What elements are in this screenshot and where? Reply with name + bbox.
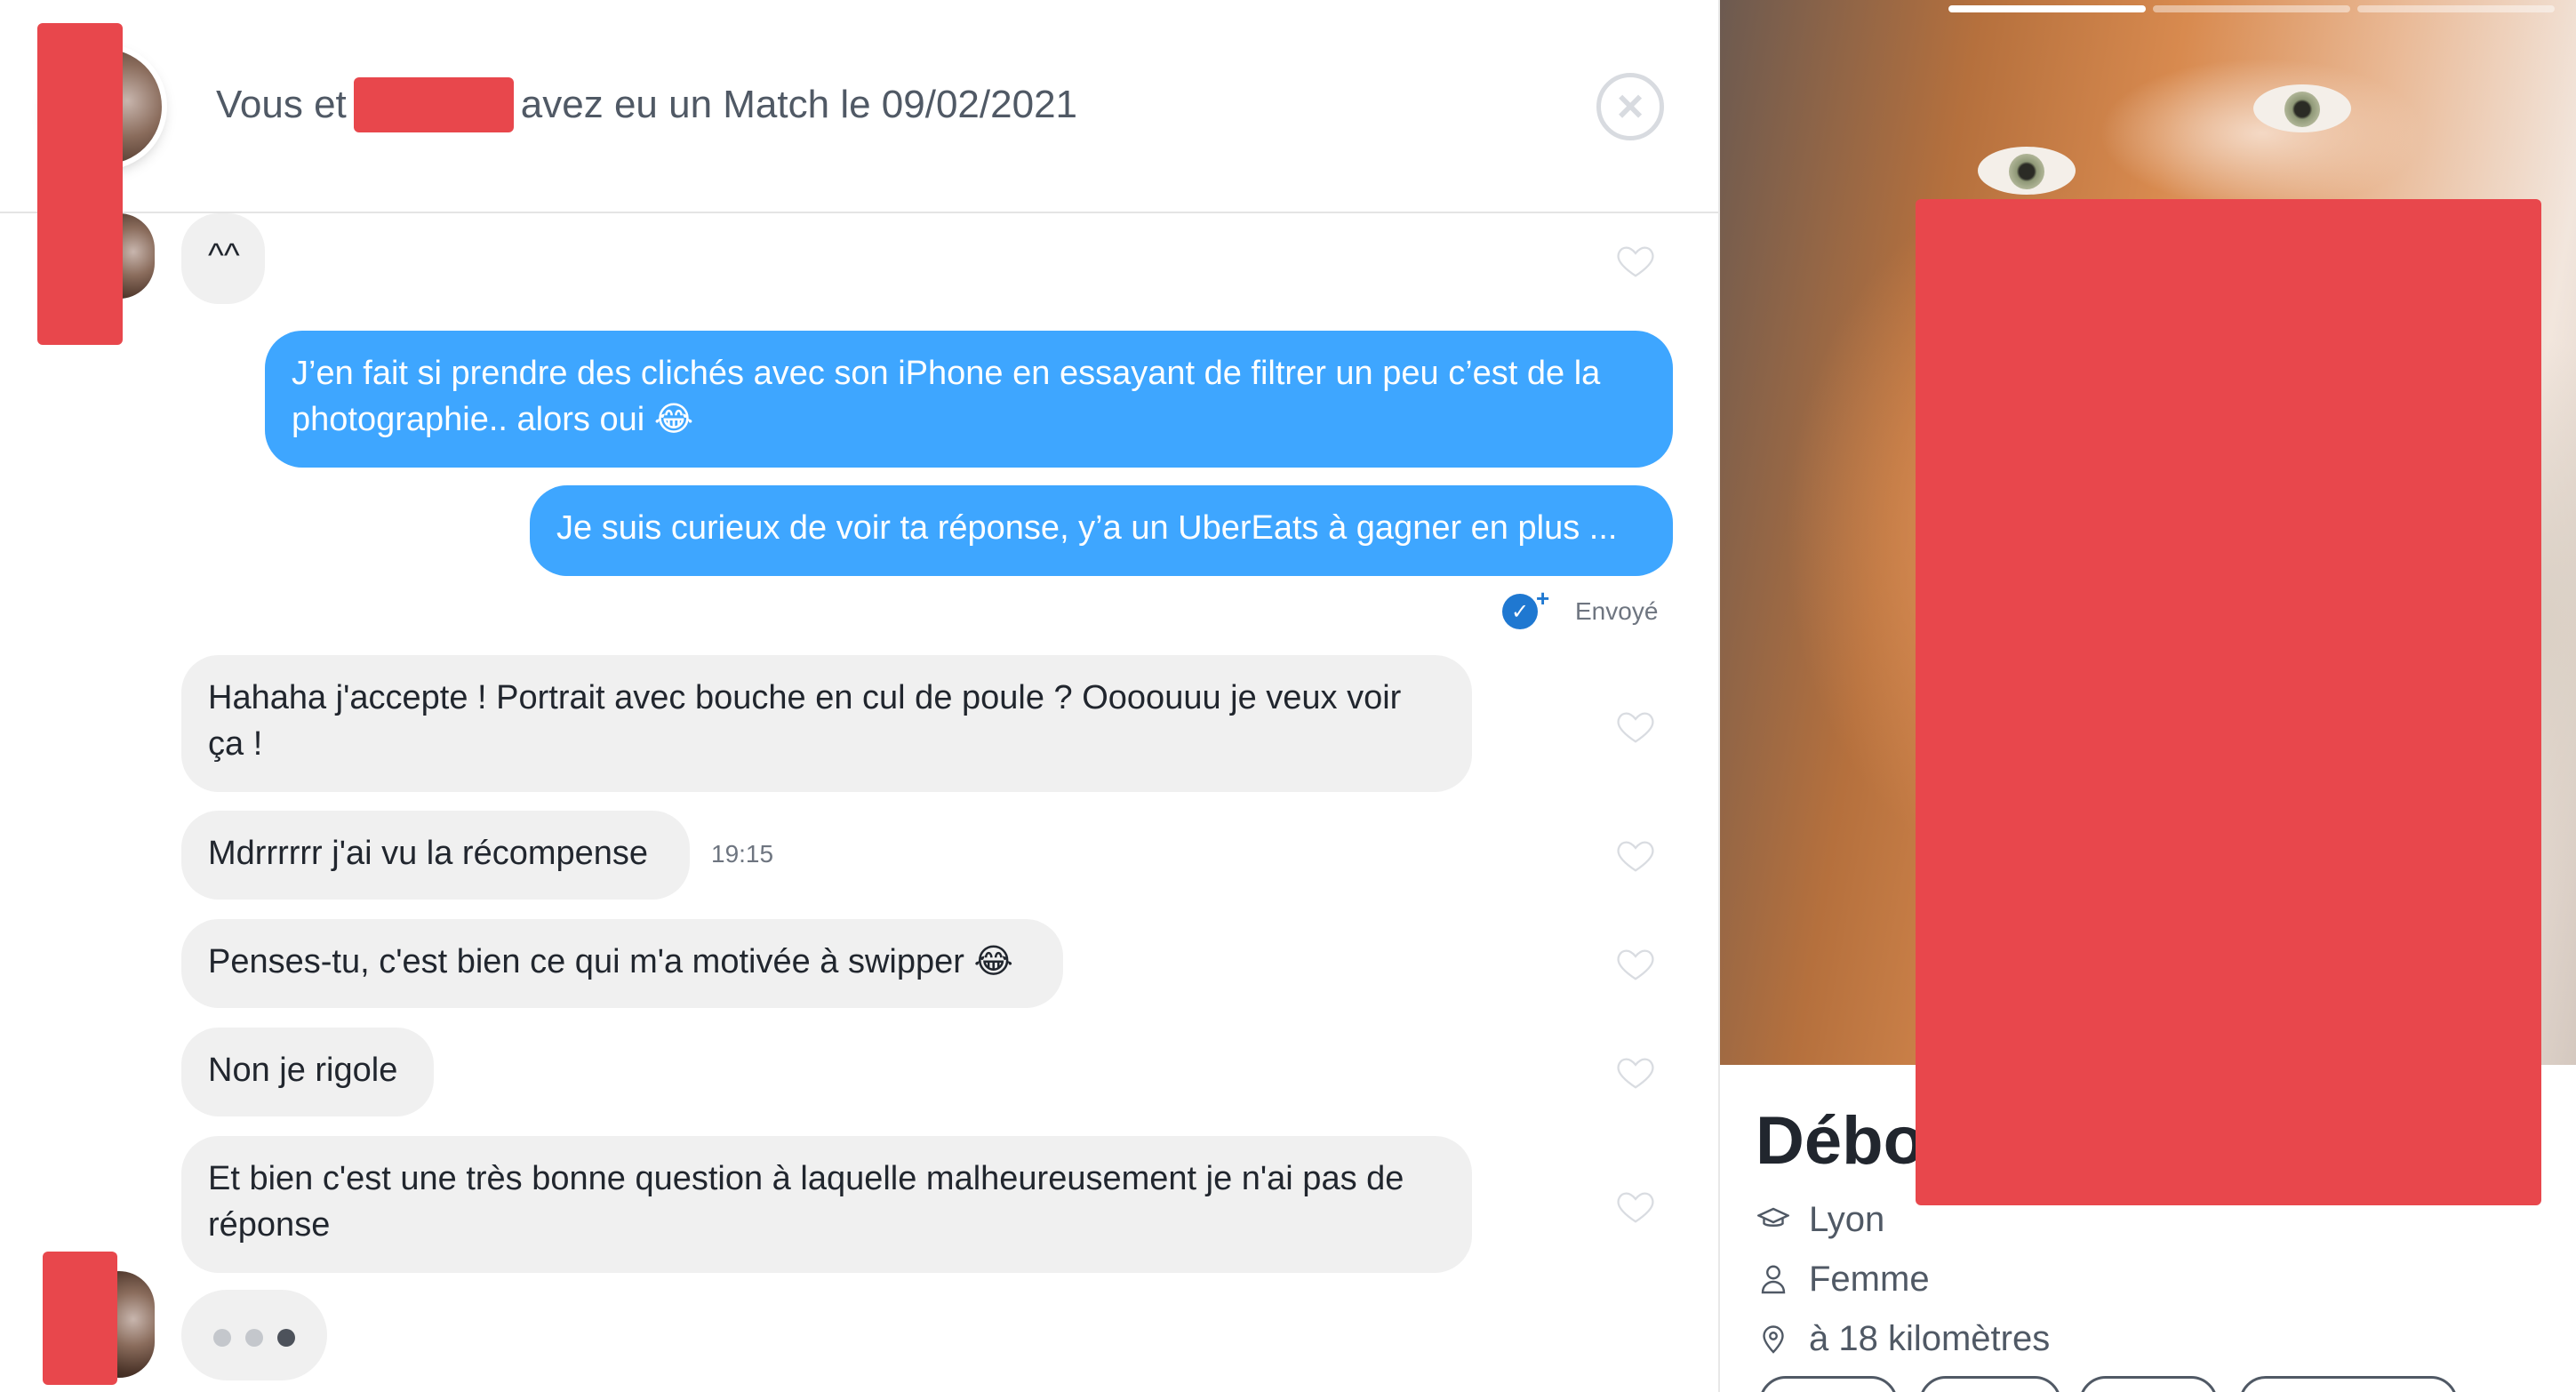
message-bubble-sent[interactable]: J’en fait si prendre des clichés avec so… [265, 331, 1673, 468]
typing-dot [277, 1329, 295, 1347]
photo-progress-segment[interactable] [2153, 5, 2350, 12]
heart-icon[interactable] [1615, 1052, 1656, 1092]
message-text: Je suis curieux de voir ta réponse, y’a … [556, 509, 1618, 547]
photo-progress-segment[interactable] [2357, 5, 2555, 12]
message-bubble-received[interactable]: Mdrrrrrr j'ai vu la récompense [181, 811, 690, 900]
profile-name: Débo [1756, 1103, 1924, 1179]
redaction-block [37, 23, 123, 345]
message-text: Et bien c'est une très bonne question à … [208, 1160, 1404, 1244]
message-list: ^^ J’en fait si prendre des clichés avec… [0, 213, 1718, 1392]
profile-panel: Débo Lyon Femme à 18 kilomètres [1718, 0, 2576, 1392]
message-text: J’en fait si prendre des clichés avec so… [292, 355, 1601, 438]
message-bubble-sent[interactable]: Je suis curieux de voir ta réponse, y’a … [530, 485, 1673, 576]
close-icon: × [1616, 81, 1644, 132]
profile-gender-row: Femme [1756, 1254, 1930, 1304]
interest-tag[interactable] [1919, 1376, 2061, 1392]
heart-icon[interactable] [1615, 835, 1656, 876]
person-icon [1756, 1261, 1791, 1297]
typing-dot [213, 1329, 231, 1347]
match-info-date: avez eu un Match le 09/02/2021 [520, 83, 1078, 126]
message-bubble-received[interactable]: Penses-tu, c'est bien ce qui m'a motivée… [181, 919, 1063, 1008]
heart-icon[interactable] [1615, 240, 1656, 281]
location-pin-icon [1756, 1321, 1791, 1356]
plus-icon: + [1536, 585, 1550, 612]
message-bubble-received[interactable]: Non je rigole [181, 1028, 434, 1116]
profile-distance: à 18 kilomètres [1809, 1318, 2051, 1358]
heart-icon[interactable] [1615, 706, 1656, 747]
profile-city: Lyon [1809, 1199, 1885, 1239]
match-header: Vous et avez eu un Match le 09/02/2021 × [0, 0, 1718, 213]
message-text: ^^ [208, 237, 240, 275]
message-text: Mdrrrrrr j'ai vu la récompense [208, 835, 649, 872]
photo-detail [1978, 147, 2076, 195]
redaction-block [1916, 199, 2541, 1205]
double-check-icon: ✓ + [1502, 585, 1549, 629]
message-text: Penses-tu, c'est bien ce qui m'a motivée… [208, 943, 1013, 980]
profile-gender: Femme [1809, 1259, 1930, 1299]
heart-icon[interactable] [1615, 943, 1656, 984]
delivery-status: ✓ + Envoyé [1502, 585, 1659, 633]
message-bubble-received[interactable]: Et bien c'est une très bonne question à … [181, 1136, 1472, 1273]
typing-dot [245, 1329, 263, 1347]
redaction-block [43, 1252, 117, 1385]
redacted-name [353, 77, 514, 132]
photo-detail [2253, 84, 2351, 132]
message-text: Non je rigole [208, 1052, 398, 1089]
message-timestamp: 19:15 [711, 840, 774, 868]
message-bubble-received[interactable]: ^^ [181, 213, 265, 304]
message-bubble-received[interactable]: Hahaha j'accepte ! Portrait avec bouche … [181, 655, 1472, 792]
check-mark: ✓ [1510, 599, 1530, 624]
profile-distance-row: à 18 kilomètres [1756, 1314, 2050, 1364]
app: Vous et avez eu un Match le 09/02/2021 ×… [0, 0, 2576, 1392]
message-text: Hahaha j'accepte ! Portrait avec bouche … [208, 679, 1402, 763]
photo-progress-segment-active[interactable] [1948, 5, 2146, 12]
close-button[interactable]: × [1596, 73, 1664, 140]
interest-tag[interactable] [2239, 1376, 2458, 1392]
match-info-prefix: Vous et [216, 83, 347, 126]
heart-icon[interactable] [1615, 1186, 1656, 1227]
typing-indicator [181, 1290, 327, 1380]
match-info: Vous et avez eu un Match le 09/02/2021 [216, 77, 1078, 132]
profile-city-row: Lyon [1756, 1195, 1884, 1244]
chat-panel: Vous et avez eu un Match le 09/02/2021 ×… [0, 0, 1718, 1392]
interest-tag[interactable] [1759, 1376, 1898, 1392]
graduation-cap-icon [1756, 1202, 1791, 1237]
interest-tag[interactable] [2079, 1376, 2218, 1392]
delivery-status-text: Envoyé [1575, 597, 1659, 625]
